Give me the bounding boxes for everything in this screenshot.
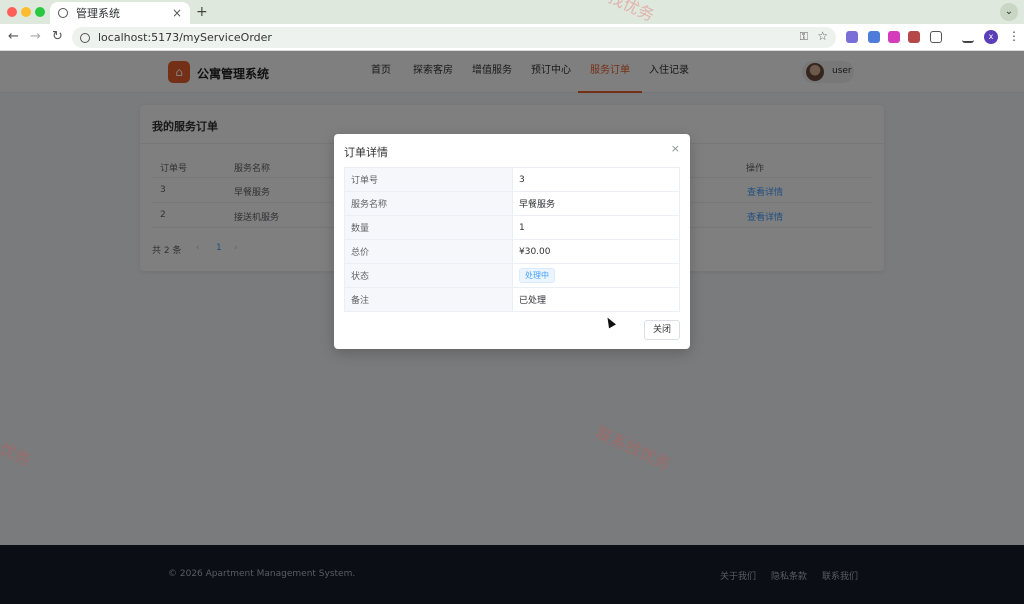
status-badge: 处理中 — [519, 268, 555, 283]
browser-tab[interactable]: 管理系统 × — [50, 2, 190, 24]
order-details-dialog: 订单详情 × 订单号 3 服务名称 早餐服务 数量 1 总价 ¥30.00 状态… — [334, 134, 690, 349]
detail-row-total-price: 总价 ¥30.00 — [344, 239, 680, 264]
detail-value-price: ¥30.00 — [512, 239, 680, 264]
globe-icon — [58, 8, 68, 18]
address-bar[interactable]: localhost:5173/myServiceOrder ⚿ ☆ — [72, 27, 836, 48]
minimize-window-icon[interactable] — [21, 7, 31, 17]
close-dialog-button[interactable]: 关闭 — [644, 320, 680, 340]
detail-label: 备注 — [344, 287, 513, 312]
forward-arrow-icon[interactable]: → — [30, 29, 41, 44]
order-details-table: 订单号 3 服务名称 早餐服务 数量 1 总价 ¥30.00 状态 处理中 备注… — [344, 167, 680, 312]
detail-row-status: 状态 处理中 — [344, 263, 680, 288]
detail-label: 数量 — [344, 215, 513, 240]
downloads-icon[interactable] — [962, 31, 974, 43]
extensions-puzzle-icon[interactable] — [930, 31, 942, 43]
detail-label: 状态 — [344, 263, 513, 288]
extension-scissors-icon[interactable] — [846, 31, 858, 43]
dialog-title: 订单详情 — [344, 146, 388, 159]
close-icon[interactable]: × — [671, 142, 680, 155]
bookmark-star-icon[interactable]: ☆ — [817, 29, 828, 43]
detail-value: 已处理 — [512, 287, 680, 312]
browser-menu-icon[interactable]: ⋮ — [1008, 29, 1020, 43]
detail-label: 订单号 — [344, 167, 513, 192]
extension-download-icon[interactable] — [888, 31, 900, 43]
watermark: 优务 — [0, 438, 34, 470]
url-text: localhost:5173/myServiceOrder — [98, 31, 272, 44]
detail-value: 1 — [512, 215, 680, 240]
back-arrow-icon[interactable]: ← — [8, 29, 19, 44]
new-tab-icon[interactable]: + — [196, 4, 208, 20]
watermark: 联系找优务 — [593, 422, 674, 474]
close-tab-icon[interactable]: × — [172, 6, 182, 20]
detail-row-order-id: 订单号 3 — [344, 167, 680, 192]
detail-row-remark: 备注 已处理 — [344, 287, 680, 312]
tab-search-chevron-icon[interactable]: ⌄ — [1000, 3, 1018, 21]
tab-title: 管理系统 — [76, 7, 120, 20]
detail-row-quantity: 数量 1 — [344, 215, 680, 240]
detail-value: 处理中 — [512, 263, 680, 288]
extension-tools-icon[interactable] — [868, 31, 880, 43]
maximize-window-icon[interactable] — [35, 7, 45, 17]
site-info-icon[interactable] — [80, 32, 90, 43]
close-window-icon[interactable] — [7, 7, 17, 17]
profile-avatar[interactable]: x — [984, 30, 998, 44]
detail-value: 早餐服务 — [512, 191, 680, 216]
password-key-icon[interactable]: ⚿ — [800, 30, 808, 44]
detail-row-service-name: 服务名称 早餐服务 — [344, 191, 680, 216]
browser-toolbar: ← → ↻ localhost:5173/myServiceOrder ⚿ ☆ … — [0, 24, 1024, 51]
detail-label: 总价 — [344, 239, 513, 264]
detail-value: 3 — [512, 167, 680, 192]
browser-tab-strip: 管理系统 × + ⌄ — [0, 0, 1024, 24]
extension-avatar-icon[interactable] — [908, 31, 920, 43]
reload-icon[interactable]: ↻ — [52, 29, 63, 44]
detail-label: 服务名称 — [344, 191, 513, 216]
